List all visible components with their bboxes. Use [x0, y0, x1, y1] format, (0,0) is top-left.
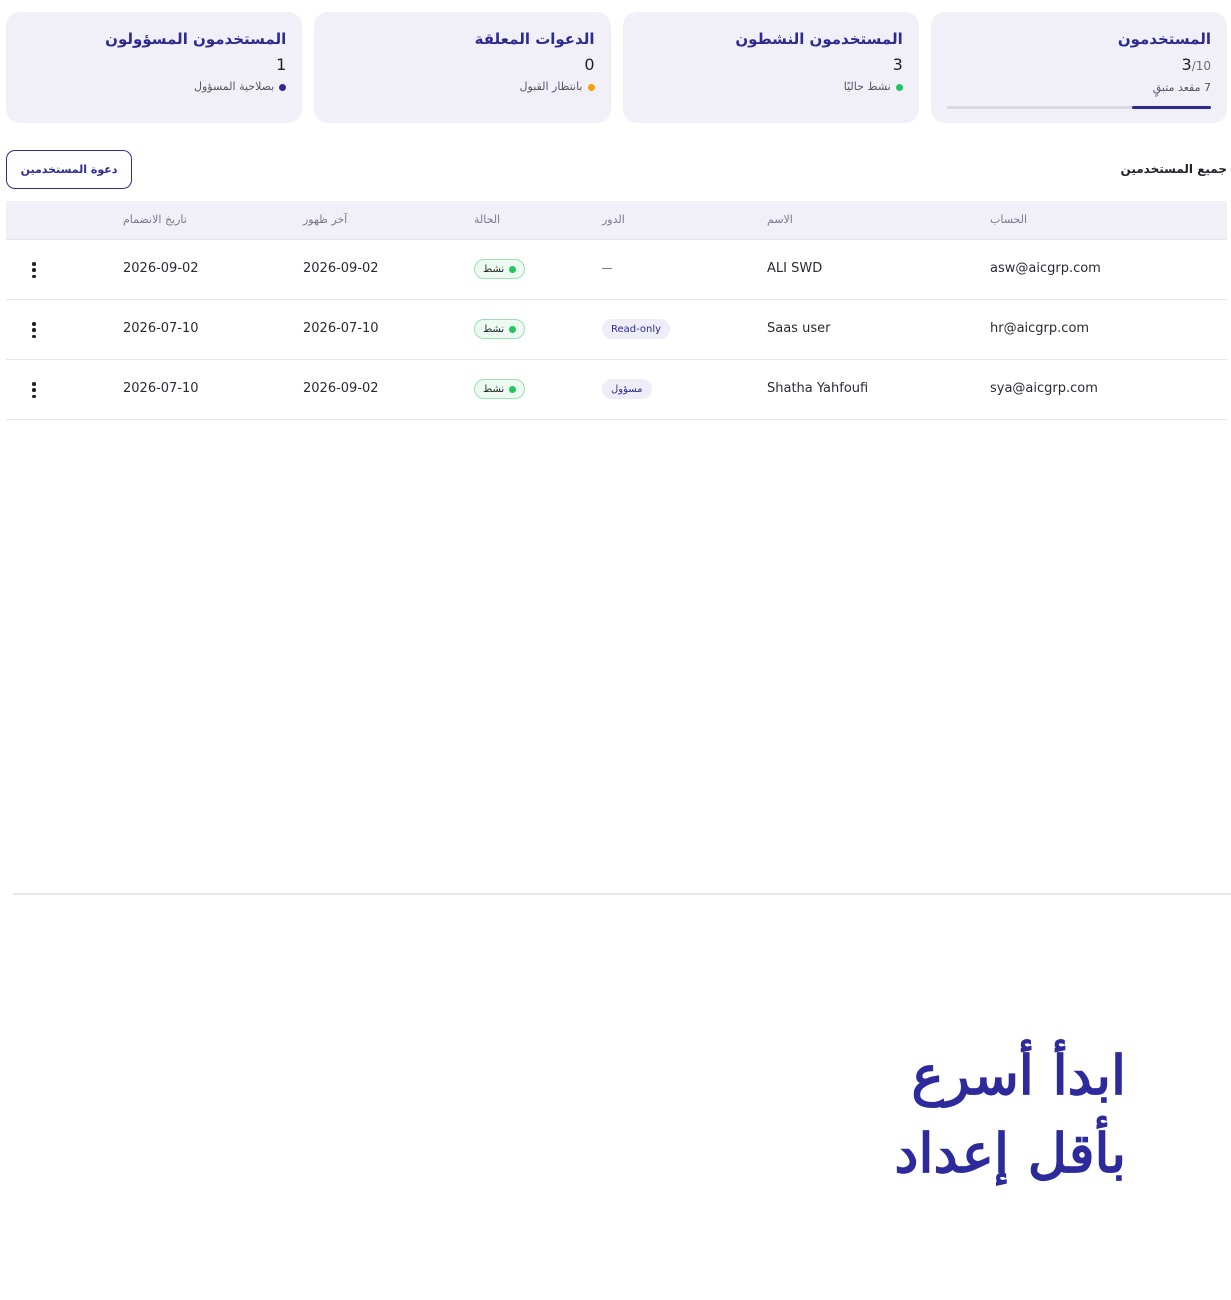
section-title: جميع المستخدمين — [1120, 162, 1227, 176]
card-subtitle-text: 7 مقعد متبقٍ — [1152, 81, 1211, 94]
status-dot-icon — [279, 83, 287, 91]
row-menu-icon[interactable] — [28, 322, 40, 338]
card-subtitle: بصلاحية المسؤول — [22, 80, 287, 94]
status-badge: نشط — [474, 319, 526, 339]
status-dot-icon — [587, 83, 595, 91]
header-role[interactable]: الدور — [602, 213, 625, 226]
admin-users-card: المستخدمون المسؤولون 1 بصلاحية المسؤول — [6, 12, 303, 123]
table-row[interactable]: asw@aicgrp.com ALI SWD نشط 2026-09-02 20… — [6, 240, 1227, 300]
table-row[interactable]: hr@aicgrp.com Saas user Read-only نشط 20… — [6, 300, 1227, 360]
seat-progress-bar — [946, 106, 1211, 109]
header-account[interactable]: الحساب — [990, 213, 1027, 226]
card-subtitle: 7 مقعد متبقٍ — [947, 81, 1211, 95]
cell-last-seen: 2026-07-10 — [303, 321, 379, 336]
active-dot-icon — [509, 385, 517, 393]
role-badge: Read-only — [602, 319, 671, 339]
table-row[interactable]: sya@aicgrp.com Shatha Yahfoufi مسؤول نشط… — [6, 360, 1227, 420]
header-status[interactable]: الحالة — [474, 213, 500, 226]
role-badge: مسؤول — [602, 379, 652, 399]
role-empty-dash — [602, 268, 612, 269]
status-text: نشط — [483, 323, 505, 335]
card-subtitle-text: بانتظار القبول — [519, 80, 583, 93]
cell-account: asw@aicgrp.com — [990, 261, 1101, 276]
pending-invites-card: الدعوات المعلقة 0 بانتظار القبول — [314, 12, 611, 123]
promo-headline: ابدأ أسرع بأقل إعداد — [894, 1036, 1126, 1192]
cell-last-seen: 2026-09-02 — [303, 381, 379, 396]
active-users-card: المستخدمون النشطون 3 نشط حاليًا — [622, 12, 919, 123]
cell-account: hr@aicgrp.com — [990, 321, 1090, 336]
card-title: المستخدمون النشطون — [735, 30, 903, 48]
section-divider — [13, 893, 1231, 895]
card-subtitle-text: بصلاحية المسؤول — [194, 80, 275, 93]
cell-name: Shatha Yahfoufi — [767, 381, 869, 396]
card-subtitle: بانتظار القبول — [330, 80, 595, 94]
cell-account: sya@aicgrp.com — [990, 381, 1098, 396]
seat-count: 3 — [1181, 55, 1192, 74]
card-title: المستخدمون المسؤولون — [105, 30, 287, 48]
card-subtitle-text: نشط حاليًا — [843, 80, 891, 93]
card-title: الدعوات المعلقة — [474, 30, 595, 48]
cell-joined: 2026-09-02 — [123, 261, 199, 276]
cell-name: Saas user — [767, 321, 831, 336]
status-badge: نشط — [474, 259, 526, 279]
active-dot-icon — [509, 325, 517, 333]
card-title: المستخدمون — [1117, 30, 1211, 48]
header-name[interactable]: الاسم — [767, 213, 793, 226]
promo-line-2: بأقل إعداد — [894, 1121, 1126, 1185]
users-table: الحساب الاسم الدور الحالة آخر ظهور تاريخ… — [6, 201, 1227, 420]
active-dot-icon — [509, 265, 517, 273]
status-text: نشط — [483, 383, 505, 395]
status-dot-icon — [895, 83, 903, 91]
seat-progress-fill — [1131, 106, 1211, 109]
cell-joined: 2026-07-10 — [123, 321, 199, 336]
card-value: 1 — [276, 55, 287, 74]
stats-cards: المستخدمون المسؤولون 1 بصلاحية المسؤول ا… — [6, 12, 1227, 123]
card-value: 3/10 — [947, 55, 1212, 76]
header-joined[interactable]: تاريخ الانضمام — [123, 213, 187, 226]
status-text: نشط — [483, 263, 505, 275]
table-header: الحساب الاسم الدور الحالة آخر ظهور تاريخ… — [6, 201, 1227, 240]
cell-name: ALI SWD — [767, 261, 823, 276]
card-value: 3 — [892, 55, 903, 74]
card-value: 0 — [584, 55, 595, 74]
card-subtitle: نشط حاليًا — [639, 80, 903, 94]
header-last-seen[interactable]: آخر ظهور — [303, 213, 347, 226]
cell-last-seen: 2026-09-02 — [303, 261, 379, 276]
users-card: المستخدمون 3/10 7 مقعد متبقٍ — [930, 12, 1227, 123]
seat-total: /10 — [1191, 59, 1211, 73]
promo-line-1: ابدأ أسرع — [911, 1043, 1126, 1107]
invite-users-button[interactable]: دعوة المستخدمين — [6, 150, 132, 189]
status-badge: نشط — [474, 379, 526, 399]
cell-joined: 2026-07-10 — [123, 381, 199, 396]
row-menu-icon[interactable] — [28, 262, 40, 278]
row-menu-icon[interactable] — [28, 382, 40, 398]
